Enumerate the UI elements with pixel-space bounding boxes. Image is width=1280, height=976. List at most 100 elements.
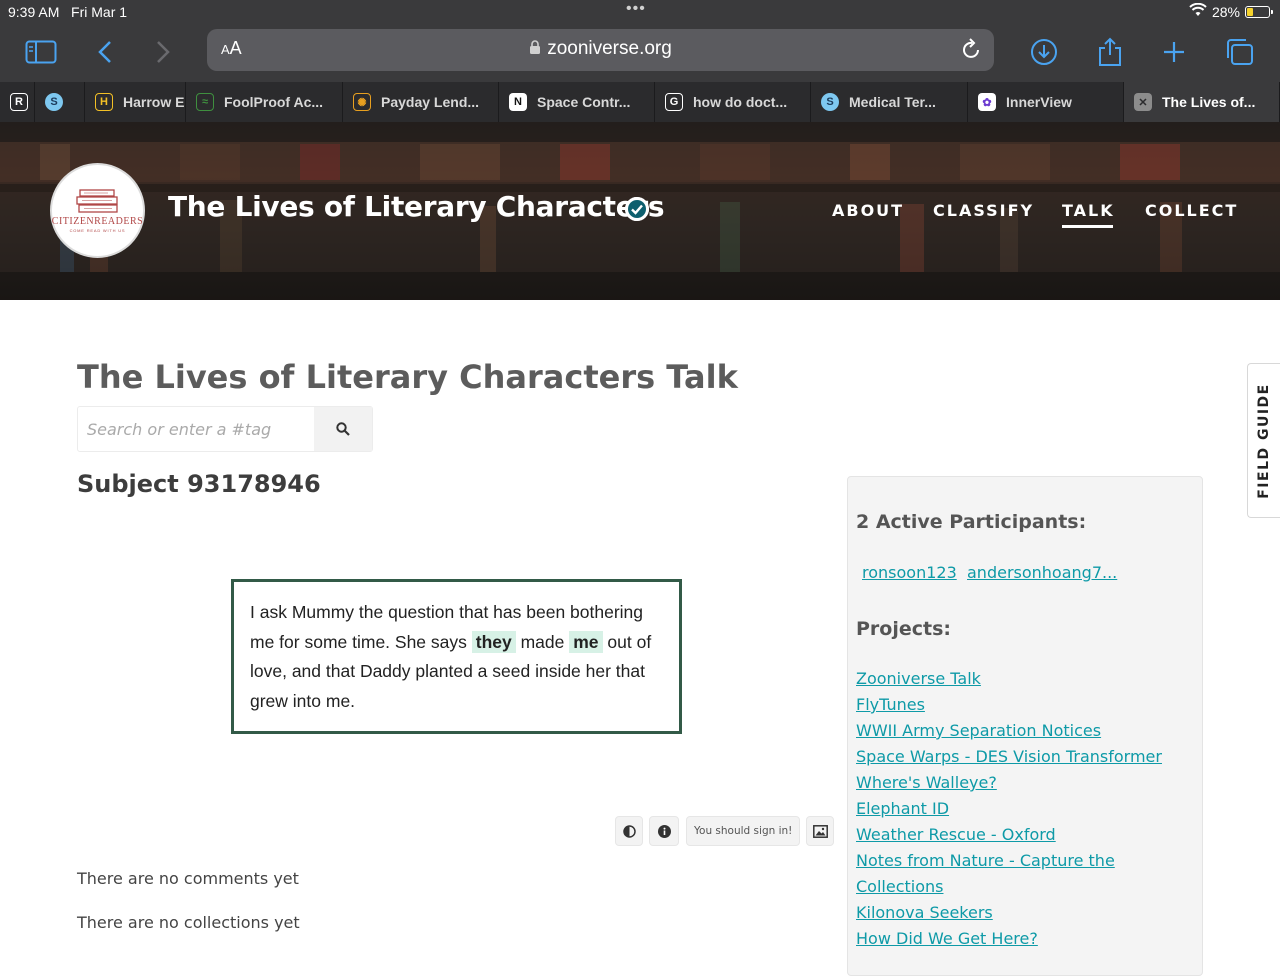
tab-overview-icon[interactable]	[1222, 36, 1256, 68]
tab-label: Payday Lend...	[381, 94, 480, 110]
project-logo[interactable]: CITIZENREADERS COME READ WITH US	[50, 163, 145, 258]
verified-check-icon	[625, 197, 649, 221]
wifi-icon	[1189, 2, 1207, 20]
status-bar: 9:39 AM Fri Mar 1 ••• 28%	[0, 0, 1280, 24]
nav-talk[interactable]: TALK	[1062, 201, 1115, 228]
browser-tab[interactable]: ✕ The Lives of...	[1124, 82, 1280, 122]
talk-page-title: The Lives of Literary Characters Talk	[77, 358, 738, 396]
tab-label: Space Contr...	[537, 94, 631, 110]
logo-brand-text: CITIZENREADERS	[51, 216, 144, 227]
browser-toolbar: AA zooniverse.org	[0, 24, 1280, 82]
project-link[interactable]: WWII Army Separation Notices	[856, 721, 1101, 740]
new-tab-plus-icon[interactable]	[1157, 36, 1191, 68]
tab-favicon-icon: ≈	[196, 93, 214, 111]
tab-label: how do doct...	[693, 94, 788, 110]
tab-favicon-icon: G	[665, 93, 683, 111]
tab-favicon-icon: R	[10, 93, 28, 111]
image-icon	[812, 824, 828, 838]
project-link[interactable]: Notes from Nature - Capture the	[856, 851, 1115, 870]
url-text[interactable]: zooniverse.org	[207, 38, 994, 60]
back-chevron-icon[interactable]	[88, 36, 122, 68]
url-value: zooniverse.org	[547, 38, 672, 59]
project-link[interactable]: Space Warps - DES Vision Transformer	[856, 747, 1162, 766]
tab-label: Harrow E	[123, 94, 185, 110]
talk-sidebar: 2 Active Participants: ronsoon123 anders…	[847, 476, 1203, 976]
logo-tagline: COME READ WITH US	[69, 228, 126, 233]
browser-tab[interactable]: S	[35, 82, 85, 122]
nav-about[interactable]: ABOUT	[832, 201, 904, 220]
sidebar-toggle-icon[interactable]	[24, 36, 58, 68]
battery-fill	[1247, 7, 1253, 16]
share-icon[interactable]	[1093, 36, 1127, 68]
tab-favicon-icon: H	[95, 93, 113, 111]
status-right: 28%	[1189, 2, 1273, 20]
search-icon	[336, 422, 350, 436]
browser-tab[interactable]: Ghow do doct...	[655, 82, 811, 122]
participant-link[interactable]: ronsoon123	[862, 563, 957, 582]
lock-icon	[530, 40, 541, 54]
project-title[interactable]: The Lives of Literary Characters	[168, 190, 665, 223]
no-collections-text: There are no collections yet	[77, 913, 300, 932]
tab-label: FoolProof Ac...	[224, 94, 324, 110]
tab-favicon-icon: ✺	[353, 93, 371, 111]
highlight-word-they: they	[471, 630, 516, 653]
project-link[interactable]: How Did We Get Here?	[856, 929, 1038, 948]
tab-label: InnerView	[1006, 94, 1072, 110]
browser-tab[interactable]: ✿ InnerView	[968, 82, 1124, 122]
browser-tab[interactable]: ≈ FoolProof Ac...	[186, 82, 343, 122]
subject-text: I ask Mummy the question that has been b…	[250, 598, 663, 716]
info-icon	[657, 824, 671, 838]
project-link[interactable]: Collections	[856, 877, 943, 896]
battery-icon	[1245, 5, 1273, 18]
tab-favicon-icon: S	[821, 93, 839, 111]
status-clock: 9:39 AM	[8, 4, 60, 20]
nav-collect[interactable]: COLLECT	[1145, 201, 1238, 220]
project-link[interactable]: Elephant ID	[856, 799, 949, 818]
project-link[interactable]: Weather Rescue - Oxford	[856, 825, 1056, 844]
project-link[interactable]: FlyTunes	[856, 695, 925, 714]
subject-image[interactable]: I ask Mummy the question that has been b…	[231, 579, 682, 734]
project-link[interactable]: Zooniverse Talk	[856, 669, 981, 688]
status-time: 9:39 AM Fri Mar 1	[8, 4, 127, 20]
field-guide-tab[interactable]: FIELD GUIDE	[1247, 363, 1280, 518]
search-button[interactable]	[314, 407, 372, 451]
project-header: CITIZENREADERS COME READ WITH US The Liv…	[0, 122, 1280, 300]
metadata-button[interactable]	[649, 816, 679, 846]
download-icon[interactable]	[1027, 36, 1061, 68]
projects-heading: Projects:	[856, 618, 951, 640]
participant-link[interactable]: andersonhoang7...	[967, 563, 1117, 582]
invert-colors-button[interactable]	[615, 816, 643, 846]
sign-in-prompt[interactable]: You should sign in!	[686, 816, 801, 846]
project-link[interactable]: Kilonova Seekers	[856, 903, 993, 922]
tab-favicon-icon: S	[45, 93, 63, 111]
active-participants-heading: 2 Active Participants:	[856, 511, 1087, 533]
tab-favicon-icon: N	[509, 93, 527, 111]
tab-favicon-icon: ✿	[978, 93, 996, 111]
browser-tab[interactable]: N Space Contr...	[499, 82, 655, 122]
talk-search-input[interactable]: Search or enter a #tag	[87, 420, 271, 439]
multitasking-dots-icon[interactable]: •••	[626, 0, 646, 18]
subject-text-part2: made	[515, 631, 570, 652]
browser-tab[interactable]: R	[0, 82, 35, 122]
battery-percent: 28%	[1211, 3, 1240, 20]
tab-favicon-icon[interactable]: ✕	[1134, 93, 1152, 111]
subject-title: Subject 93178946	[77, 470, 321, 498]
tab-label: Medical Ter...	[849, 94, 936, 110]
nav-classify[interactable]: CLASSIFY	[933, 201, 1034, 220]
stacked-books-icon	[75, 189, 118, 213]
forward-chevron-icon[interactable]	[146, 36, 180, 68]
reload-icon[interactable]	[962, 38, 982, 64]
field-guide-label: FIELD GUIDE	[1256, 382, 1272, 499]
view-image-button[interactable]	[806, 816, 834, 846]
browser-tab[interactable]: H Harrow E	[85, 82, 186, 122]
browser-tab[interactable]: S Medical Ter...	[811, 82, 968, 122]
address-bar[interactable]: AA zooniverse.org	[207, 29, 994, 71]
tab-label: The Lives of...	[1162, 94, 1256, 110]
project-link[interactable]: Where's Walleye?	[856, 773, 997, 792]
highlight-word-me: me	[569, 630, 603, 653]
no-comments-text: There are no comments yet	[77, 869, 299, 888]
talk-search-form: Search or enter a #tag	[77, 406, 373, 452]
contrast-icon	[622, 824, 636, 838]
browser-tab-bar: R S H Harrow E ≈ FoolProof Ac... ✺ Payday Lend.…	[0, 82, 1280, 122]
browser-tab[interactable]: ✺ Payday Lend...	[343, 82, 499, 122]
